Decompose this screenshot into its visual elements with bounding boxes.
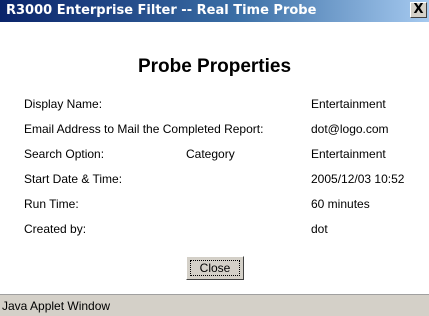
status-text: Java Applet Window: [2, 299, 111, 313]
dialog-content: Probe Properties Display Name: Entertain…: [0, 22, 429, 294]
window-close-button[interactable]: X: [410, 2, 427, 18]
page-title: Probe Properties: [137, 56, 292, 77]
property-row-start-date: Start Date & Time: 2005/12/03 10:52: [0, 172, 429, 192]
property-row-run-time: Run Time: 60 minutes: [0, 197, 429, 217]
property-value: 60 minutes: [311, 197, 370, 211]
property-label: Run Time:: [24, 197, 79, 211]
property-label: Created by:: [24, 222, 87, 236]
property-row-created-by: Created by: dot: [0, 222, 429, 242]
close-button[interactable]: Close: [186, 256, 244, 280]
close-icon: X: [413, 2, 424, 17]
property-value: dot: [311, 222, 328, 236]
property-label: Start Date & Time:: [24, 172, 123, 186]
property-label: Display Name:: [24, 97, 103, 111]
property-value: Entertainment: [311, 147, 386, 161]
property-row-email: Email Address to Mail the Completed Repo…: [0, 122, 429, 142]
property-label: Search Option:: [24, 147, 105, 161]
property-mid: Category: [186, 147, 235, 161]
property-value: dot@logo.com: [311, 122, 389, 136]
status-bar: Java Applet Window: [0, 294, 429, 316]
title-bar[interactable]: R3000 Enterprise Filter -- Real Time Pro…: [0, 0, 429, 22]
close-button-label: Close: [199, 261, 231, 275]
property-row-search-option: Search Option: Category Entertainment: [0, 147, 429, 167]
property-label: Email Address to Mail the Completed Repo…: [24, 122, 264, 136]
property-value: 2005/12/03 10:52: [311, 172, 405, 186]
property-row-display-name: Display Name: Entertainment: [0, 97, 429, 117]
property-value: Entertainment: [311, 97, 386, 111]
window-title: R3000 Enterprise Filter -- Real Time Pro…: [6, 3, 317, 18]
